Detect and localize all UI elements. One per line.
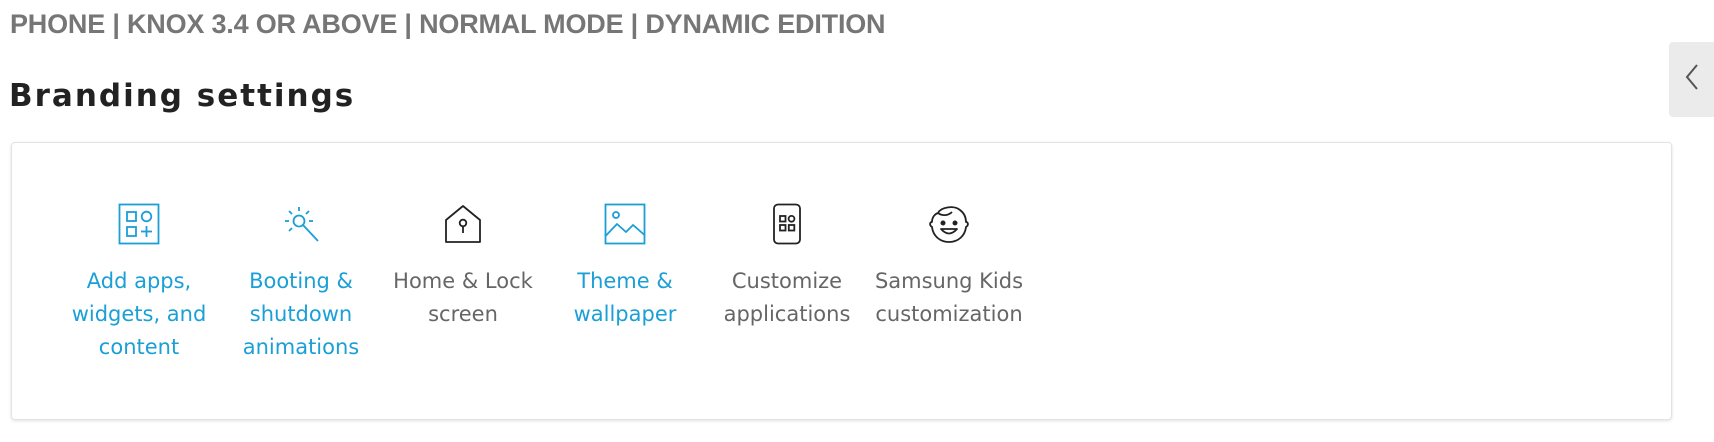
tile-label: Theme & wallpaper [573, 269, 677, 326]
tile-home-lock-screen[interactable]: Home & Lock screen [382, 201, 544, 331]
kid-face-icon [926, 201, 972, 247]
tile-label: Samsung Kids customization [874, 269, 1024, 326]
page-title: Branding settings [9, 78, 356, 114]
tile-label: Add apps, widgets, and content [71, 269, 207, 359]
magic-wand-icon [278, 201, 324, 247]
tile-label: Booting & shutdown animations [242, 269, 360, 359]
chevron-left-icon [1684, 63, 1700, 96]
tile-label: Home & Lock screen [393, 269, 533, 326]
tile-booting-shutdown-animations[interactable]: Booting & shutdown animations [220, 201, 382, 364]
branding-options-panel: Add apps, widgets, and content Booting &… [11, 142, 1672, 420]
phone-apps-icon [764, 201, 810, 247]
tile-theme-wallpaper[interactable]: Theme & wallpaper [544, 201, 706, 331]
image-icon [602, 201, 648, 247]
add-apps-widgets-icon [116, 201, 162, 247]
tile-add-apps-widgets[interactable]: Add apps, widgets, and content [58, 201, 220, 364]
home-lock-icon [440, 201, 486, 247]
tile-customize-applications[interactable]: Customize applications [706, 201, 868, 331]
breadcrumb: PHONE | KNOX 3.4 OR ABOVE | NORMAL MODE … [10, 9, 886, 39]
collapse-panel-button[interactable] [1669, 42, 1714, 117]
tile-label: Customize applications [723, 269, 851, 326]
tile-samsung-kids-customization[interactable]: Samsung Kids customization [868, 201, 1030, 331]
